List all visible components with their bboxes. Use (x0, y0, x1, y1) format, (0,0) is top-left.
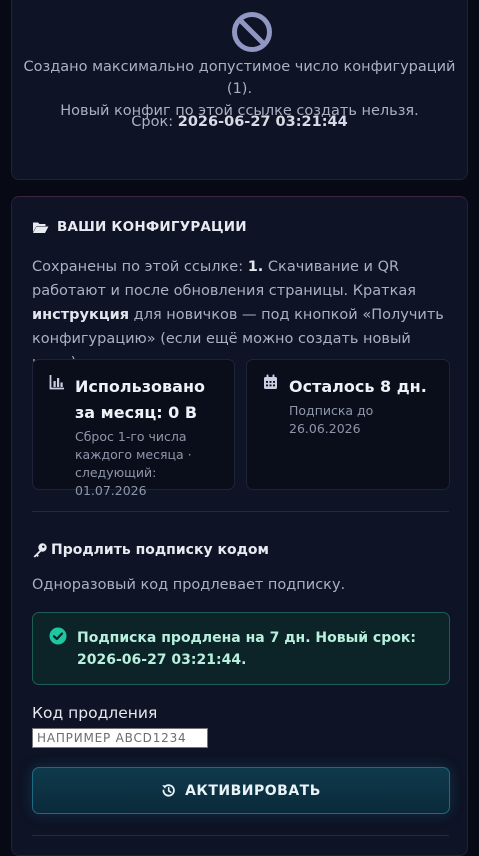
key-icon (33, 543, 47, 558)
divider (32, 511, 449, 512)
extend-description: Одноразовый код продлевает подписку. (32, 577, 346, 593)
activate-button[interactable]: АКТИВИРОВАТЬ (32, 767, 450, 814)
success-message: Подписка продлена на 7 дн. Новый срок: 2… (77, 630, 416, 668)
code-input[interactable] (32, 728, 208, 748)
extend-title: Продлить подписку кодом (32, 542, 269, 558)
expiry-line: Срок: 2026-06-27 03:21:44 (131, 114, 348, 130)
bottom-divider (32, 835, 449, 836)
success-alert: Подписка продлена на 7 дн. Новый срок: 2… (32, 612, 450, 685)
limit-message: Создано максимально допустимое число кон… (23, 59, 456, 119)
configs-description: Сохранены по этой ссылке: 1. Скачивание … (32, 259, 444, 371)
remaining-title: Осталось 8 дн. (289, 377, 427, 396)
code-label: Код продления (32, 704, 158, 722)
configurations-card: ВАШИ КОНФИГУРАЦИИ Сохранены по этой ссыл… (11, 196, 468, 856)
usage-stat: Использовано за месяц: 0 B Сброс 1-го чи… (32, 359, 235, 498)
section-title: ВАШИ КОНФИГУРАЦИИ (32, 219, 247, 235)
usage-note: Сброс 1-го числа каждого месяца · следую… (75, 429, 192, 498)
limit-notice-card: Создано максимально допустимое число кон… (11, 0, 468, 180)
expiry-value: 2026-06-27 03:21:44 (177, 114, 348, 130)
remaining-note: Подписка до 26.06.2026 (289, 403, 374, 436)
check-circle-icon (49, 627, 67, 645)
calendar-icon (264, 374, 277, 389)
usage-title: Использовано за месяц: 0 B (75, 377, 206, 422)
folder-open-icon (33, 222, 49, 233)
remaining-stat: Осталось 8 дн. Подписка до 26.06.2026 (246, 359, 450, 490)
bar-chart-icon (49, 375, 64, 390)
history-icon (162, 784, 175, 797)
no-entry-icon (232, 12, 272, 52)
instruction-link: инструкция (32, 307, 130, 323)
